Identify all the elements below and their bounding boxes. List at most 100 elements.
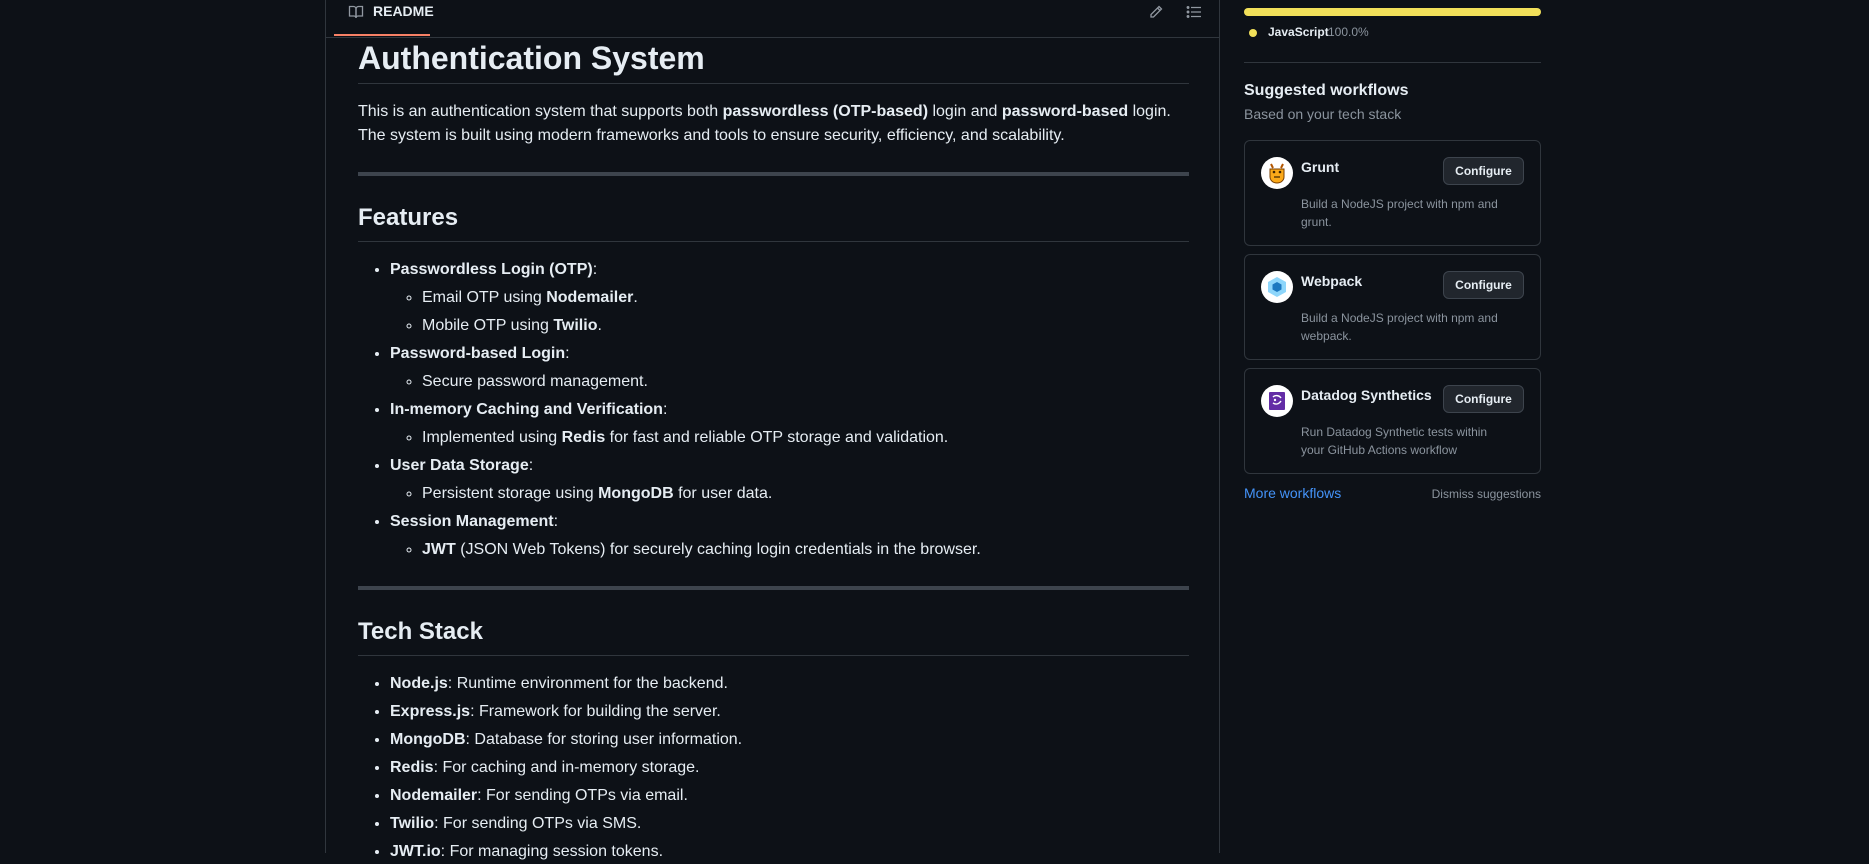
feature-subitem: Implemented using Redis for fast and rel…	[422, 426, 1189, 450]
subitem-text: Persistent storage using	[422, 485, 599, 502]
subitem-bold: Nodemailer	[546, 289, 634, 306]
tech-desc: : For sending OTPs via email.	[477, 787, 688, 804]
language-dot	[1249, 29, 1257, 37]
tech-desc: : For caching and in-memory storage.	[433, 759, 700, 776]
configure-button[interactable]: Configure	[1443, 157, 1524, 185]
tech-item: MongoDB: Database for storing user infor…	[390, 728, 1189, 752]
workflow-description: Build a NodeJS project with npm and grun…	[1301, 197, 1498, 229]
tab-readme[interactable]: README	[334, 0, 434, 36]
tech-item: Express.js: Framework for building the s…	[390, 700, 1189, 724]
intro-bold: passwordless (OTP-based)	[722, 103, 929, 120]
divider	[358, 586, 1189, 590]
intro-bold: password-based	[1001, 103, 1129, 120]
tech-desc: : Framework for building the server.	[470, 703, 721, 720]
workflow-card-webpack: Webpack Build a NodeJS project with npm …	[1244, 254, 1541, 360]
intro-text: This is an authentication system that su…	[358, 103, 723, 120]
workflow-card-grunt: Grunt Build a NodeJS project with npm an…	[1244, 140, 1541, 246]
feature-suffix: :	[553, 513, 559, 530]
subitem-text: Implemented using	[422, 429, 562, 446]
feature-item: Password-based Login: Secure password ma…	[390, 342, 1189, 394]
feature-label: Session Management	[390, 513, 554, 530]
tech-name: Express.js	[390, 703, 471, 720]
feature-suffix: :	[528, 457, 534, 474]
configure-button[interactable]: Configure	[1443, 385, 1524, 413]
page-title: Authentication System	[358, 37, 1189, 84]
tech-desc: : For managing session tokens.	[440, 843, 664, 860]
subitem-bold: Twilio	[553, 317, 598, 334]
readme-header: README	[326, 0, 1219, 38]
tech-item: Nodemailer: For sending OTPs via email.	[390, 784, 1189, 808]
feature-subitem: JWT (JSON Web Tokens) for securely cachi…	[422, 538, 1189, 562]
tech-desc: : Database for storing user information.	[465, 731, 743, 748]
tech-name: Node.js	[390, 675, 448, 692]
tech-name: Twilio	[390, 815, 435, 832]
workflow-card-datadog: Datadog Synthetics Run Datadog Synthetic…	[1244, 368, 1541, 474]
tech-item: Node.js: Runtime environment for the bac…	[390, 672, 1189, 696]
readme-panel: README Authentication System This is an …	[325, 0, 1220, 860]
workflow-description: Build a NodeJS project with npm and webp…	[1301, 311, 1498, 343]
subitem-text: .	[597, 317, 602, 334]
subitem-text: Mobile OTP using	[422, 317, 554, 334]
tech-item: Twilio: For sending OTPs via SMS.	[390, 812, 1189, 836]
subitem-bold: MongoDB	[598, 485, 674, 502]
subitem-text: for user data.	[673, 485, 773, 502]
feature-suffix: :	[662, 401, 668, 418]
book-icon	[348, 5, 364, 19]
pencil-icon[interactable]	[1148, 4, 1164, 20]
tech-desc: : For sending OTPs via SMS.	[434, 815, 642, 832]
feature-suffix: :	[565, 345, 570, 362]
feature-item: Session Management: JWT (JSON Web Tokens…	[390, 510, 1189, 562]
subitem-text: .	[633, 289, 638, 306]
feature-label: In-memory Caching and Verification	[390, 401, 663, 418]
language-name[interactable]: JavaScript	[1268, 25, 1329, 39]
feature-subitem: Persistent storage using MongoDB for use…	[422, 482, 1189, 506]
list-icon[interactable]	[1186, 4, 1202, 20]
feature-item: Passwordless Login (OTP): Email OTP usin…	[390, 258, 1189, 338]
suggested-workflows-subtitle: Based on your tech stack	[1244, 106, 1402, 122]
tech-item: Redis: For caching and in-memory storage…	[390, 756, 1189, 780]
tech-name: Nodemailer	[390, 787, 478, 804]
features-heading: Features	[358, 203, 1189, 242]
feature-item: In-memory Caching and Verification: Impl…	[390, 398, 1189, 450]
feature-item: User Data Storage: Persistent storage us…	[390, 454, 1189, 506]
tech-desc: : Runtime environment for the backend.	[447, 675, 728, 692]
tech-stack-heading: Tech Stack	[358, 617, 1189, 656]
language-bar	[1244, 8, 1541, 16]
grunt-logo-icon	[1261, 157, 1293, 189]
feature-label: Password-based Login	[390, 345, 566, 362]
subitem-text: Email OTP using	[422, 289, 547, 306]
features-list: Passwordless Login (OTP): Email OTP usin…	[358, 258, 1189, 562]
feature-suffix: :	[592, 261, 598, 278]
language-percent: 100.0%	[1328, 25, 1369, 39]
feature-label: Passwordless Login (OTP)	[390, 261, 593, 278]
workflow-name: Datadog Synthetics	[1301, 387, 1432, 403]
tech-item: JWT.io: For managing session tokens.	[390, 840, 1189, 864]
tech-name: MongoDB	[390, 731, 466, 748]
feature-label: User Data Storage	[390, 457, 529, 474]
datadog-logo-icon	[1261, 385, 1293, 417]
subitem-text: Secure password management.	[422, 373, 648, 390]
intro-paragraph: This is an authentication system that su…	[358, 100, 1189, 148]
dismiss-suggestions-link[interactable]: Dismiss suggestions	[1432, 487, 1541, 501]
subitem-text: (JSON Web Tokens) for securely caching l…	[455, 541, 981, 558]
tech-name: Redis	[390, 759, 434, 776]
configure-button[interactable]: Configure	[1443, 271, 1524, 299]
more-workflows-link[interactable]: More workflows	[1244, 485, 1341, 501]
readme-tab-label: README	[373, 3, 434, 19]
readme-content: Authentication System This is an authent…	[358, 37, 1189, 864]
feature-subitem: Mobile OTP using Twilio.	[422, 314, 1189, 338]
intro-text: login and	[928, 103, 1002, 120]
subitem-bold: JWT	[422, 541, 456, 558]
subitem-text: for fast and reliable OTP storage and va…	[605, 429, 949, 446]
workflow-name: Grunt	[1301, 159, 1340, 175]
feature-subitem: Secure password management.	[422, 370, 1189, 394]
subitem-bold: Redis	[561, 429, 606, 446]
tech-name: JWT.io	[390, 843, 441, 860]
suggested-workflows-title: Suggested workflows	[1244, 82, 1409, 99]
workflow-name: Webpack	[1301, 273, 1363, 289]
tech-stack-list: Node.js: Runtime environment for the bac…	[358, 672, 1189, 864]
webpack-logo-icon	[1261, 271, 1293, 303]
sidebar-divider	[1244, 62, 1541, 63]
workflow-description: Run Datadog Synthetic tests within your …	[1301, 425, 1488, 457]
divider	[358, 172, 1189, 176]
